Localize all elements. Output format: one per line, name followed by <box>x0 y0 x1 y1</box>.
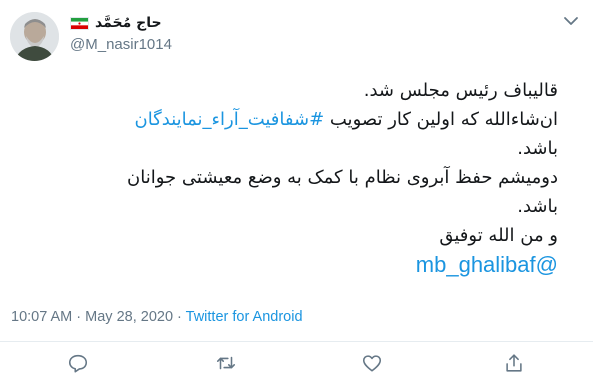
tweet-source-link[interactable]: Twitter for Android <box>186 309 303 325</box>
tweet-time[interactable]: 10:07 AM <box>11 309 72 325</box>
divider <box>0 341 593 342</box>
iran-flag-icon <box>70 16 89 30</box>
user-handle[interactable]: @M_nasir1014 <box>70 36 172 53</box>
tweet-actions <box>0 350 593 378</box>
tweet-text: قالیباف رئیس مجلس شد. ان‌شاءالله که اولی… <box>10 76 558 281</box>
avatar[interactable] <box>10 12 59 61</box>
tweet-line: دومیشم حفظ آبروی نظام با کمک به وضع معیش… <box>127 167 558 188</box>
tweet-line: باشد. <box>517 196 558 217</box>
meta-separator: · <box>72 309 86 325</box>
mention-link[interactable]: @mb_ghalibaf <box>416 252 558 277</box>
user-info[interactable]: حاج مُحَمَّد <box>70 13 162 33</box>
hashtag-link[interactable]: #شفافیت_آراء_نمایندگان <box>134 109 324 130</box>
tweet-date[interactable]: May 28, 2020 <box>85 309 173 325</box>
tweet-line: و من الله توفیق <box>439 225 558 246</box>
avatar-image <box>10 12 59 61</box>
tweet-line: قالیباف رئیس مجلس شد. <box>363 80 558 101</box>
tweet-meta: 10:07 AM · May 28, 2020 · Twitter for An… <box>11 309 303 325</box>
tweet-line: @mb_ghalibaf <box>10 250 558 281</box>
retweet-icon[interactable] <box>215 352 237 374</box>
tweet-card: حاج مُحَمَّد @M_nasir1014 قالیباف رئیس م… <box>0 0 593 386</box>
reply-icon[interactable] <box>67 352 89 374</box>
tweet-line: باشد. <box>517 138 558 159</box>
share-icon[interactable] <box>503 352 525 374</box>
display-name[interactable]: حاج مُحَمَّد <box>95 15 162 31</box>
chevron-down-icon[interactable] <box>562 12 580 30</box>
like-icon[interactable] <box>361 352 383 374</box>
tweet-line: ان‌شاءالله که اولین کار تصویب #شفافیت_آر… <box>10 105 558 134</box>
tweet-text-segment: ان‌شاءالله که اولین کار تصویب <box>324 109 558 130</box>
meta-separator: · <box>173 309 186 325</box>
